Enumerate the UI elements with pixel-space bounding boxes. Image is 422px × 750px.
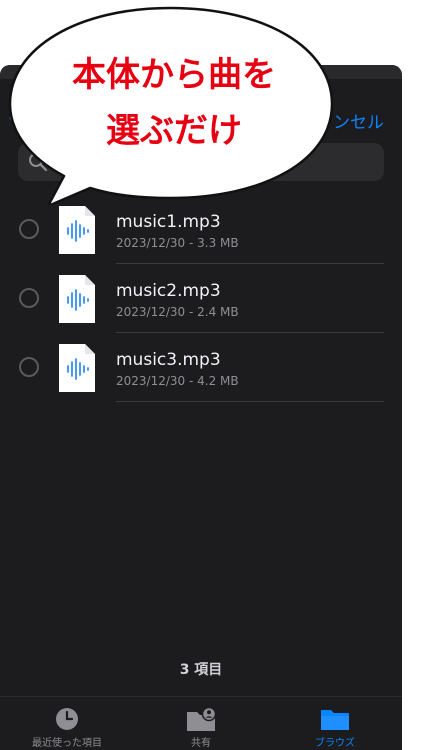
file-row[interactable]: music1.mp3 2023/12/30 - 3.3 MB [0,195,402,264]
tab-label: 共有 [191,738,211,749]
tab-browse[interactable]: ブラウズ [268,697,402,750]
audio-file-icon [57,273,97,325]
speech-bubble-callout: 本体から曲を 選ぶだけ [0,0,340,205]
cancel-button[interactable]: ンセル [333,113,384,133]
file-name: music3.mp3 [116,350,221,370]
select-radio[interactable] [19,288,39,308]
speech-bubble-shape [8,6,334,205]
tab-bar: 最近使った項目 共有 ブラウズ [0,696,402,750]
item-count: 3 項目 [179,662,223,678]
tab-shared[interactable]: 共有 [134,697,268,750]
row-divider [116,401,384,402]
file-list: music1.mp3 2023/12/30 - 3.3 MB music2.mp… [0,195,402,402]
file-meta: 2023/12/30 - 2.4 MB [116,305,239,319]
select-radio[interactable] [19,357,39,377]
audio-file-icon [57,204,97,256]
file-row[interactable]: music3.mp3 2023/12/30 - 4.2 MB [0,333,402,402]
tab-label: 最近使った項目 [32,738,102,749]
file-row[interactable]: music2.mp3 2023/12/30 - 2.4 MB [0,264,402,333]
clock-icon [52,706,82,732]
tab-recents[interactable]: 最近使った項目 [0,697,134,750]
select-radio[interactable] [19,219,39,239]
folder-icon [320,706,350,732]
file-meta: 2023/12/30 - 3.3 MB [116,236,239,250]
tab-label: ブラウズ [315,738,355,749]
shared-folder-icon [186,706,217,732]
file-name: music2.mp3 [116,281,221,301]
callout-line-2: 選ぶだけ [106,111,242,151]
file-name: music1.mp3 [116,212,221,232]
file-meta: 2023/12/30 - 4.2 MB [116,374,239,388]
audio-file-icon [57,342,97,394]
callout-line-1: 本体から曲を [72,55,276,95]
